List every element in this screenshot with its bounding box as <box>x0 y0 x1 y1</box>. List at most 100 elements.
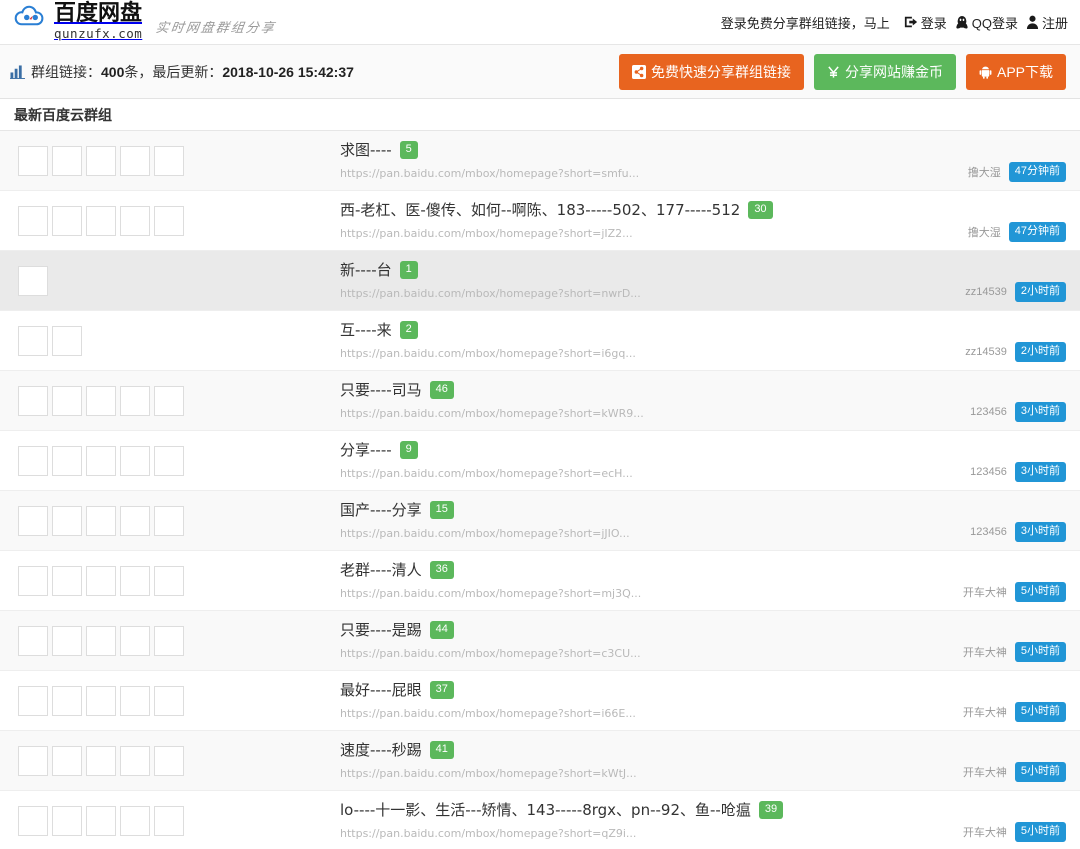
share-site-earn-coins-button[interactable]: 分享网站赚金币 <box>813 53 956 90</box>
app-download-button[interactable]: APP下载 <box>965 53 1066 90</box>
member-count-badge: 41 <box>429 741 454 759</box>
table-row[interactable]: 西-老杠、医-傻传、如何--啊陈、183-----502、177-----512… <box>0 191 1080 251</box>
avatar <box>86 805 116 836</box>
avatar <box>86 145 116 176</box>
group-url[interactable]: https://pan.baidu.com/mbox/homepage?shor… <box>340 407 960 420</box>
group-title-link[interactable]: 西-老杠、医-傻传、如何--啊陈、183-----502、177-----512 <box>340 202 740 219</box>
table-row[interactable]: lo----十一影、生活---矫情、143-----8rgx、pn--92、鱼-… <box>0 791 1080 849</box>
group-url[interactable]: https://pan.baidu.com/mbox/homepage?shor… <box>340 467 960 480</box>
register-label: 注册 <box>1041 15 1068 31</box>
group-title-link[interactable]: 只要----司马 <box>340 382 422 399</box>
stats-updated-at: 2018-10-26 15:42:37 <box>222 63 354 80</box>
table-row[interactable]: 求图---- 5 https://pan.baidu.com/mbox/homepa… <box>0 131 1080 191</box>
latest-groups-panel: 最新百度云群组 求图---- 5 https://pan.baidu.com/mbo… <box>0 99 1080 849</box>
group-url[interactable]: https://pan.baidu.com/mbox/homepage?shor… <box>340 707 953 720</box>
group-title-link[interactable]: 新----台 <box>340 262 392 279</box>
table-row[interactable]: 新----台 1 https://pan.baidu.com/mbox/homepa… <box>0 251 1080 311</box>
avatar <box>18 685 48 716</box>
default-avatar <box>86 745 116 776</box>
group-title-line: 互----来 2 <box>340 321 955 339</box>
default-avatar <box>154 385 184 416</box>
group-title-link[interactable]: 分享---- <box>340 442 392 459</box>
table-row[interactable]: 速度----秒踢 41 https://pan.baidu.com/mbox/hom… <box>0 731 1080 791</box>
group-url[interactable]: https://pan.baidu.com/mbox/homepage?shor… <box>340 287 955 300</box>
table-row[interactable]: 只要----是踢 44 https://pan.baidu.com/mbox/hom… <box>0 611 1080 671</box>
group-title-link[interactable]: 互----来 <box>340 322 392 339</box>
group-url[interactable]: https://pan.baidu.com/mbox/homepage?shor… <box>340 227 958 240</box>
register-link[interactable]: 注册 <box>1026 13 1068 32</box>
member-avatars <box>18 745 340 776</box>
avatar <box>52 145 82 176</box>
qq-login-link[interactable]: QQ登录 <box>955 13 1018 32</box>
header-account-area: 登录免费分享群组链接，马上 登录 QQ登录 注册 <box>721 13 1068 32</box>
member-count-badge: 2 <box>399 321 418 339</box>
avatar <box>86 505 116 536</box>
avatar <box>52 625 82 656</box>
group-info: lo----十一影、生活---矫情、143-----8rgx、pn--92、鱼-… <box>340 801 963 840</box>
group-title-link[interactable]: 老群----清人 <box>340 562 422 579</box>
meta-line: 开车大神 5小时前 <box>963 641 1066 662</box>
group-url[interactable]: https://pan.baidu.com/mbox/homepage?shor… <box>340 167 958 180</box>
table-row[interactable]: 互----来 2 https://pan.baidu.com/mbox/homepa… <box>0 311 1080 371</box>
default-avatar <box>18 265 48 296</box>
relative-time-badge: 2小时前 <box>1014 341 1066 362</box>
default-avatar <box>120 745 150 776</box>
table-row[interactable]: 国产----分享 15 https://pan.baidu.com/mbox/hom… <box>0 491 1080 551</box>
group-url[interactable]: https://pan.baidu.com/mbox/homepage?shor… <box>340 767 953 780</box>
user-icon <box>1026 15 1039 29</box>
group-title-link[interactable]: 最好----屁眼 <box>340 682 422 699</box>
member-count-badge: 39 <box>758 801 784 819</box>
relative-time-badge: 5小时前 <box>1014 821 1066 842</box>
group-title-link[interactable]: 只要----是踢 <box>340 622 422 639</box>
table-row[interactable]: 分享---- 9 https://pan.baidu.com/mbox/homepa… <box>0 431 1080 491</box>
avatar <box>52 805 82 836</box>
table-row[interactable]: 老群----清人 36 https://pan.baidu.com/mbox/hom… <box>0 551 1080 611</box>
group-info: 速度----秒踢 41 https://pan.baidu.com/mbox/hom… <box>340 741 963 780</box>
meta-line: zz14539 2小时前 <box>965 281 1066 302</box>
row-meta: 撸大湿 47分钟前 <box>968 200 1066 242</box>
default-avatar <box>52 565 82 596</box>
avatar <box>52 385 82 416</box>
default-avatar <box>86 205 116 236</box>
avatar <box>120 445 150 476</box>
group-title-link[interactable]: 速度----秒踢 <box>340 742 422 759</box>
publisher-name: 撸大湿 <box>967 166 1001 179</box>
row-meta: zz14539 2小时前 <box>965 260 1066 302</box>
avatar <box>154 145 184 176</box>
meta-line: 123456 3小时前 <box>970 521 1066 542</box>
member-avatars <box>18 805 340 836</box>
group-url[interactable]: https://pan.baidu.com/mbox/homepage?shor… <box>340 347 955 360</box>
table-row[interactable]: 最好----屁眼 37 https://pan.baidu.com/mbox/hom… <box>0 671 1080 731</box>
avatar <box>86 625 116 656</box>
panel-title: 最新百度云群组 <box>14 106 112 123</box>
stats-count: 400 <box>101 63 125 80</box>
site-logo-link[interactable]: 百度网盘 qunzufx.com <box>14 3 142 41</box>
group-title-line: 西-老杠、医-傻传、如何--啊陈、183-----502、177-----512… <box>340 201 958 219</box>
avatar <box>52 205 82 236</box>
table-row[interactable]: 只要----司马 46 https://pan.baidu.com/mbox/hom… <box>0 371 1080 431</box>
share-group-link-button[interactable]: 免费快速分享群组链接 <box>618 53 804 90</box>
member-count-badge: 15 <box>429 501 454 519</box>
row-meta: 123456 3小时前 <box>970 500 1066 542</box>
group-url[interactable]: https://pan.baidu.com/mbox/homepage?shor… <box>340 527 960 540</box>
group-link-stats: 群组链接： 400 条 ，最后更新： 2018-10-26 15:42:37 <box>10 62 354 82</box>
group-info: 最好----屁眼 37 https://pan.baidu.com/mbox/hom… <box>340 681 963 720</box>
group-title-line: 最好----屁眼 37 <box>340 681 953 699</box>
stats-separator: ，最后更新： <box>138 63 223 80</box>
publisher-name: 123456 <box>970 405 1007 418</box>
default-avatar <box>86 565 116 596</box>
group-info: 老群----清人 36 https://pan.baidu.com/mbox/hom… <box>340 561 963 600</box>
group-url[interactable]: https://pan.baidu.com/mbox/homepage?shor… <box>340 587 953 600</box>
row-meta: zz14539 2小时前 <box>965 320 1066 362</box>
group-title-link[interactable]: 求图---- <box>340 142 392 159</box>
group-title-link[interactable]: 国产----分享 <box>340 502 422 519</box>
group-url[interactable]: https://pan.baidu.com/mbox/homepage?shor… <box>340 827 953 840</box>
group-title-line: 求图---- 5 <box>340 141 958 159</box>
login-link[interactable]: 登录 <box>904 13 947 32</box>
relative-time-badge: 5小时前 <box>1014 761 1066 782</box>
member-avatars <box>18 325 340 356</box>
group-title-line: lo----十一影、生活---矫情、143-----8rgx、pn--92、鱼-… <box>340 801 953 819</box>
site-slogan: 实时网盘群组分享 <box>154 21 278 36</box>
group-url[interactable]: https://pan.baidu.com/mbox/homepage?shor… <box>340 647 953 660</box>
group-title-link[interactable]: lo----十一影、生活---矫情、143-----8rgx、pn--92、鱼-… <box>340 802 751 819</box>
